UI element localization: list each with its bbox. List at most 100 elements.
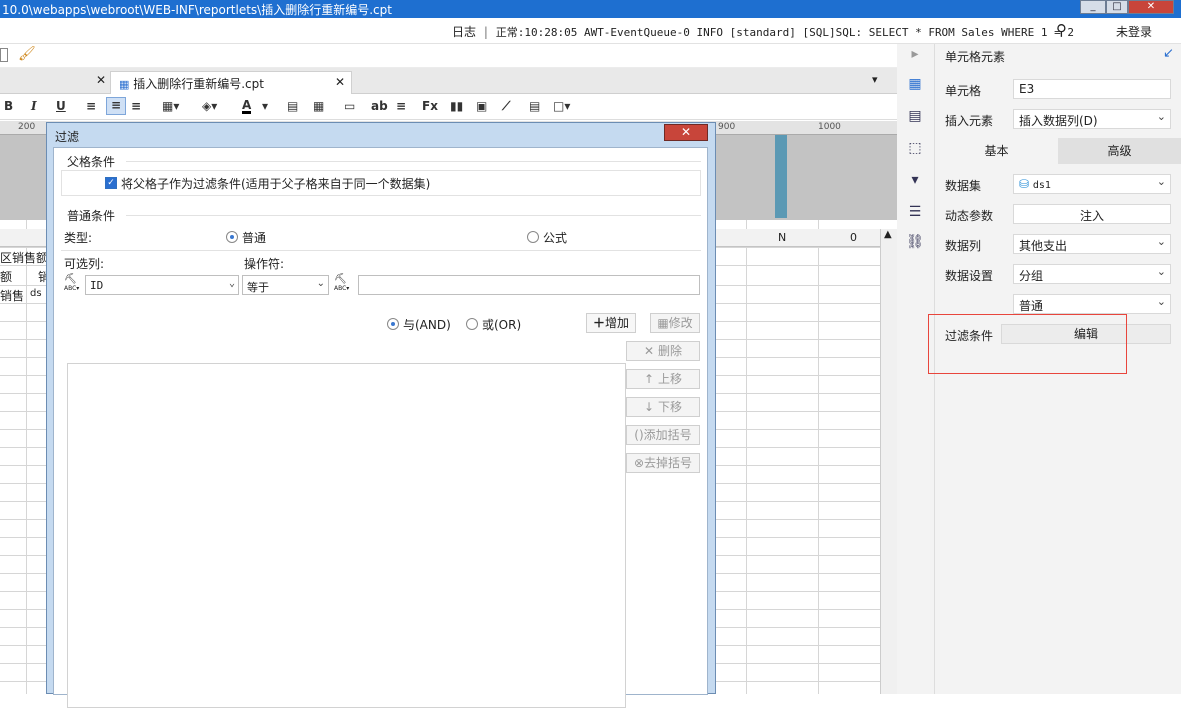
page-boundary-marker (775, 135, 787, 218)
dialog-close-button[interactable]: ✕ (664, 124, 708, 141)
chevron-down-icon: ⌄ (1156, 295, 1166, 308)
move-up-button[interactable]: ↑ 上移 (626, 369, 700, 389)
font-color-dropdown-icon[interactable]: ▾ (262, 99, 268, 113)
group-mode-select[interactable]: 普通 ⌄ (1013, 294, 1171, 314)
login-link[interactable]: 未登录 (1116, 23, 1152, 40)
data-setting-select[interactable]: 分组 ⌄ (1013, 264, 1171, 284)
condition-attribute-icon[interactable]: ☰ (906, 204, 924, 222)
delete-button[interactable]: ✕ 删除 (626, 341, 700, 361)
cell-text: ds (30, 288, 42, 299)
format-toolbar: B I U ≡ ≡ ≡ ▦▾ ◈▾ A ▾ ▤ ▦ ▭ ab ≡ Fx ▮▮ ▣… (0, 94, 897, 120)
unmerge-icon[interactable]: ▦ (313, 99, 324, 113)
data-column-select[interactable]: 其他支出 ⌄ (1013, 234, 1171, 254)
chart-icon[interactable]: ▮▮ (450, 99, 463, 113)
column-o-header[interactable]: 0 (850, 231, 857, 244)
formula-icon[interactable]: Fx (422, 99, 438, 113)
tab-bar: ✕ ▦ 插入删除行重新编号.cpt ✕ ▾ (0, 68, 897, 94)
minimize-button[interactable]: _ (1080, 0, 1106, 14)
slash-icon[interactable]: ⟋ (502, 99, 510, 114)
type-normal-label: 普通 (242, 231, 267, 245)
value-input[interactable] (358, 275, 700, 295)
inject-button[interactable]: 注入 (1013, 204, 1171, 224)
subreport-icon[interactable]: ▤ (529, 99, 540, 113)
operator-select[interactable]: 等于 ⌄ (242, 275, 329, 295)
scroll-up-icon[interactable]: ▲ (884, 229, 892, 240)
underline-icon[interactable]: U (56, 99, 66, 113)
cell-element-icon[interactable]: ▦ (906, 76, 924, 94)
image-icon[interactable]: ▣ (476, 99, 487, 113)
parent-filter-checkbox[interactable]: ✓ (105, 177, 117, 189)
float-element-icon[interactable]: ⬚ (906, 140, 924, 158)
font-color-icon[interactable]: A (242, 99, 252, 114)
and-radio[interactable] (387, 318, 399, 330)
column-label: 可选列: (64, 257, 105, 271)
bold-icon[interactable]: B (4, 99, 13, 113)
ruler-label: 200 (18, 122, 36, 132)
type-normal-radio[interactable] (226, 231, 238, 243)
add-button[interactable]: ＋增加 (586, 313, 636, 333)
dialog-body: 父格条件 ✓ 将父格子作为过滤条件(适用于父子格来自于同一个数据集) 普通条件 … (53, 147, 708, 708)
type-formula-label: 公式 (543, 231, 568, 245)
tab-advanced[interactable]: 高级 (1058, 138, 1181, 164)
cell-attribute-icon[interactable]: ▤ (906, 108, 924, 126)
dataset-select[interactable]: ⛁ ds1 ⌄ (1013, 174, 1171, 194)
vertical-scrollbar[interactable]: ▲ (880, 229, 897, 694)
fill-color-icon[interactable]: ◈▾ (202, 99, 217, 113)
cell-text: 销售 (0, 289, 25, 303)
align-left-icon[interactable]: ≡ (86, 99, 96, 113)
parent-condition-heading: 父格条件 (67, 155, 116, 169)
tab-report[interactable]: ▦ 插入删除行重新编号.cpt ✕ (110, 71, 352, 94)
log-label[interactable]: 日志 (452, 25, 476, 39)
widget-icon[interactable]: ▾ (906, 172, 924, 190)
or-radio[interactable] (466, 318, 478, 330)
modify-button[interactable]: ▦修改 (650, 313, 700, 333)
cell-field[interactable]: E3 (1013, 79, 1171, 99)
plus-icon: ＋ (592, 316, 605, 330)
chevron-down-icon: ⌄ (316, 278, 325, 289)
align-right-icon[interactable]: ≡ (131, 99, 141, 113)
tab-menu-icon[interactable]: ▾ (872, 73, 878, 86)
brush-icon[interactable]: 🖌 (18, 46, 36, 62)
frame-icon[interactable]: □▾ (553, 99, 570, 113)
chevron-down-icon: ⌄ (1156, 235, 1166, 248)
abc-type-icon[interactable]: ⛏ ABC▾ (64, 275, 79, 293)
database-icon: ⛁ (1019, 177, 1030, 191)
delete-icon: ✕ (644, 344, 655, 358)
collapse-arrow-icon[interactable]: ▸ (906, 46, 924, 64)
or-label: 或(OR) (482, 318, 522, 332)
merge-icon[interactable]: ▤ (287, 99, 298, 113)
align-center-icon[interactable]: ≡ (106, 97, 126, 115)
bracket-icon: () (634, 428, 644, 442)
filter-dialog: 过滤 ✕ 父格条件 ✓ 将父格子作为过滤条件(适用于父子格来自于同一个数据集) … (46, 122, 716, 708)
text-ab-icon[interactable]: ab (371, 99, 388, 113)
close-tab-icon[interactable]: ✕ (96, 73, 106, 87)
hyperlink-icon[interactable]: ⛓ (906, 234, 924, 252)
remove-bracket-button[interactable]: ⊗去掉括号 (626, 453, 700, 473)
type-label: 类型: (64, 231, 93, 245)
new-file-icon[interactable] (0, 48, 8, 62)
close-window-button[interactable]: ✕ (1128, 0, 1174, 14)
dynamic-param-label: 动态参数 (945, 209, 994, 223)
move-down-button[interactable]: ↓ 下移 (626, 397, 700, 417)
tab-basic[interactable]: 基本 (935, 138, 1058, 164)
border-icon[interactable]: ▦▾ (162, 99, 179, 113)
insert-element-select[interactable]: 插入数据列(D) ⌄ (1013, 109, 1171, 129)
condition-list[interactable] (67, 363, 626, 708)
maximize-button[interactable]: □ (1106, 0, 1128, 14)
text-field-icon[interactable]: ▭ (344, 99, 355, 113)
expand-arrow-icon[interactable]: ↙ (1163, 46, 1174, 61)
column-select[interactable]: ID ⌄ (85, 275, 239, 295)
abc-type-icon[interactable]: ⛏ ABC▾ (334, 275, 349, 293)
italic-icon[interactable]: I (31, 99, 37, 113)
ruler-label: 1000 (818, 122, 841, 132)
add-bracket-button[interactable]: ()添加括号 (626, 425, 700, 445)
paragraph-icon[interactable]: ≡ (396, 99, 406, 113)
dataset-label: 数据集 (945, 179, 982, 193)
panel-title: 单元格元素 (945, 50, 1006, 64)
tab-label: 插入删除行重新编号.cpt (133, 77, 264, 91)
parent-filter-label: 将父格子作为过滤条件(适用于父子格来自于同一个数据集) (121, 177, 431, 191)
close-tab-icon[interactable]: ✕ (335, 75, 345, 89)
search-icon[interactable]: ⚲ (1056, 21, 1067, 39)
type-formula-radio[interactable] (527, 231, 539, 243)
column-n-header[interactable]: N (778, 231, 786, 244)
